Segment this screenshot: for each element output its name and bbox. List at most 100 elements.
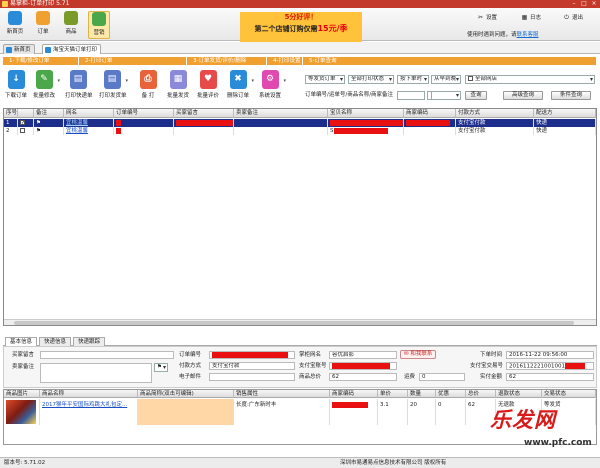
exit-link[interactable]: ⏻ 退出 [563,14,583,22]
order-time-field: 2016-11-22 09:56:00 [506,351,594,359]
minimize-icon[interactable]: – [570,0,578,7]
order-status-select[interactable]: 等发货订单 [305,75,345,84]
toolbar-button-3[interactable]: ▤ 打印快递单 [65,70,93,99]
redacted-code [406,119,450,126]
search-input[interactable] [397,91,425,100]
row-checkbox[interactable]: ✓ [20,120,25,126]
toolbar-button-4[interactable]: ▤ 打印发货单 ▾ [99,70,128,99]
condition-query-button[interactable]: 条件查询 [551,91,591,100]
dropdown-arrow-icon[interactable]: ▾ [125,78,128,84]
top-right-tools: ✂ 设置 ▦ 日志 ⏻ 退出 使用时遇到问题，请联系客服 [459,14,594,40]
order-grid: 序号 备注 网名 订单编号 买家留言 卖家备注 宝贝名称 商家编码 付款方式 配送方 1 ✓ ⚑ 宜桃温… [3,108,597,326]
grid-col-10[interactable]: 付款方式 [456,109,534,118]
nav-goods[interactable]: 商品 [60,11,82,39]
product-name-link[interactable]: 2017猴年平安国际鸡跳大礼包定... [42,402,127,408]
product-discount-cell: 0 [436,399,466,425]
order-time-label: 下单时间 [480,352,503,358]
shop-value: 全部网店 [475,76,498,82]
alipay-trade-field: 2016112221001001 [506,362,594,370]
product-image-cell [4,399,40,425]
toolbar-button-6[interactable]: ▦ 批量发货 [165,70,191,99]
contact-button[interactable]: ✉ 和我联系 [400,350,437,359]
grid-col-2[interactable] [18,109,34,118]
product-col-1[interactable]: 商品图片 [4,390,40,398]
dropdown-arrow-icon[interactable]: ▾ [57,78,60,84]
promo-banner[interactable]: 5分好评！ 第二个店铺订购仅需15元/季 [240,12,362,42]
row-checkbox[interactable] [20,128,25,133]
buyer-link[interactable]: 宜桃温馨 [66,128,88,134]
tab-basic-info[interactable]: 基本信息 [5,337,38,346]
log-icon: ▦ [521,14,528,21]
dropdown-arrow-icon[interactable]: ▾ [283,78,286,84]
toolbar-button-5[interactable]: ⎙ 备 打 [135,70,161,99]
shop-select[interactable]: 全部网店 [465,75,595,84]
product-col-2[interactable]: 商品名称 [40,390,138,398]
product-col-9[interactable]: 总价 [466,390,496,398]
grid-col-5[interactable]: 订单编号 [114,109,174,118]
buyer-cell: 宜桃温馨 [64,127,114,135]
sort-field-select[interactable]: 按下单时 [397,75,429,84]
close-icon[interactable]: × [590,0,598,7]
seller-note-field[interactable] [40,363,152,383]
row-number-cell: 1 [4,119,18,127]
search-scope-select[interactable] [431,91,461,100]
log-link[interactable]: ▦ 日志 [521,14,541,22]
product-col-10[interactable]: 退款状态 [496,390,542,398]
print-status-select[interactable]: 全部打印状态 [348,75,394,84]
advanced-query-button[interactable]: 高级查询 [503,91,543,100]
grid-col-3[interactable]: 备注 [34,109,64,118]
goods-total-label: 商品总价 [299,374,322,380]
sort-order-select[interactable]: 从早到晚 [431,75,461,84]
flag-icon[interactable]: ⚑ [36,128,41,134]
nav-marketing[interactable]: 营销 [88,11,110,39]
grid-col-4[interactable]: 网名 [64,109,114,118]
query-button[interactable]: 查询 [465,91,487,100]
toolbar-button-7[interactable]: ♥ 批量评价 [195,70,221,99]
nav-home-label: 新首页 [6,29,24,35]
grid-col-9[interactable]: 商家编码 [404,109,456,118]
seller-note-label: 卖家备注 [12,364,35,370]
exit-icon: ⏻ [564,14,569,21]
tab-order-print[interactable]: 淘宝天猫订单打印 [42,44,102,54]
toolbar-button-8[interactable]: ✖ 删除订单 ▾ [225,70,254,99]
product-shortname-cell[interactable] [138,399,234,425]
row-number-cell: 2 [4,127,18,135]
grid-col-7[interactable]: 卖家备注 [234,109,328,118]
toolbar-button-2[interactable]: ✎ 批量修改 ▾ [31,70,60,99]
seller-flag-select[interactable]: ⚑ [154,363,168,372]
toolbar-button-9[interactable]: ⚙ 系统设置 ▾ [257,70,286,99]
grid-hscrollbar[interactable] [4,319,596,325]
contact-support-link[interactable]: 联系客服 [517,32,539,38]
grid-col-11[interactable]: 配送方 [534,109,596,118]
grid-col-6[interactable]: 买家留言 [174,109,234,118]
product-col-7[interactable]: 数量 [408,390,436,398]
buyer-message-field[interactable] [40,351,174,359]
dropdown-arrow-icon[interactable]: ▾ [251,78,254,84]
table-row[interactable]: 2 ⚑ 宜桃温馨 S 支付宝付款 快递 [4,127,596,135]
maximize-icon[interactable]: □ [580,0,588,7]
product-col-11[interactable]: 交易状态 [542,390,596,398]
grid-col-1[interactable]: 序号 [4,109,18,118]
nav-orders[interactable]: 订单 [32,11,54,39]
product-col-3[interactable]: 商品简称(双击可编辑) [138,390,234,398]
tab-express-info[interactable]: 快递信息 [39,337,72,346]
tab-order-print-label: 淘宝天猫订单打印 [53,47,98,53]
status-bar: 版本号: 5.71.02 深圳市易通易点信息技术有限公司 版权所有 [0,457,600,468]
nav-home[interactable]: 新首页 [4,11,26,39]
settings-link[interactable]: ✂ 设置 [477,14,497,22]
redacted-product-code [332,401,368,408]
flag-icon[interactable]: ⚑ [36,120,41,126]
product-col-6[interactable]: 单价 [378,390,408,398]
buyer-link[interactable]: 宜桃温馨 [66,120,88,126]
product-col-5[interactable]: 商家编码 [330,390,378,398]
product-col-4[interactable]: 销售属性 [234,390,330,398]
product-col-8[interactable]: 优惠 [436,390,466,398]
tab-express-tracking[interactable]: 快递跟踪 [73,337,106,346]
grid-col-8[interactable]: 宝贝名称 [328,109,404,118]
row-flag-cell: ⚑ [34,127,64,135]
toolbar-button-1[interactable]: ↓ 下载订单 [3,70,29,99]
toolbar-icon-4: ▤ [103,70,121,89]
table-row[interactable]: 1 ✓ ⚑ 宜桃温馨 支付宝付款 快递 [4,119,596,127]
grid-scroll-thumb[interactable] [14,321,574,325]
tab-home[interactable]: 新首页 [3,44,35,54]
